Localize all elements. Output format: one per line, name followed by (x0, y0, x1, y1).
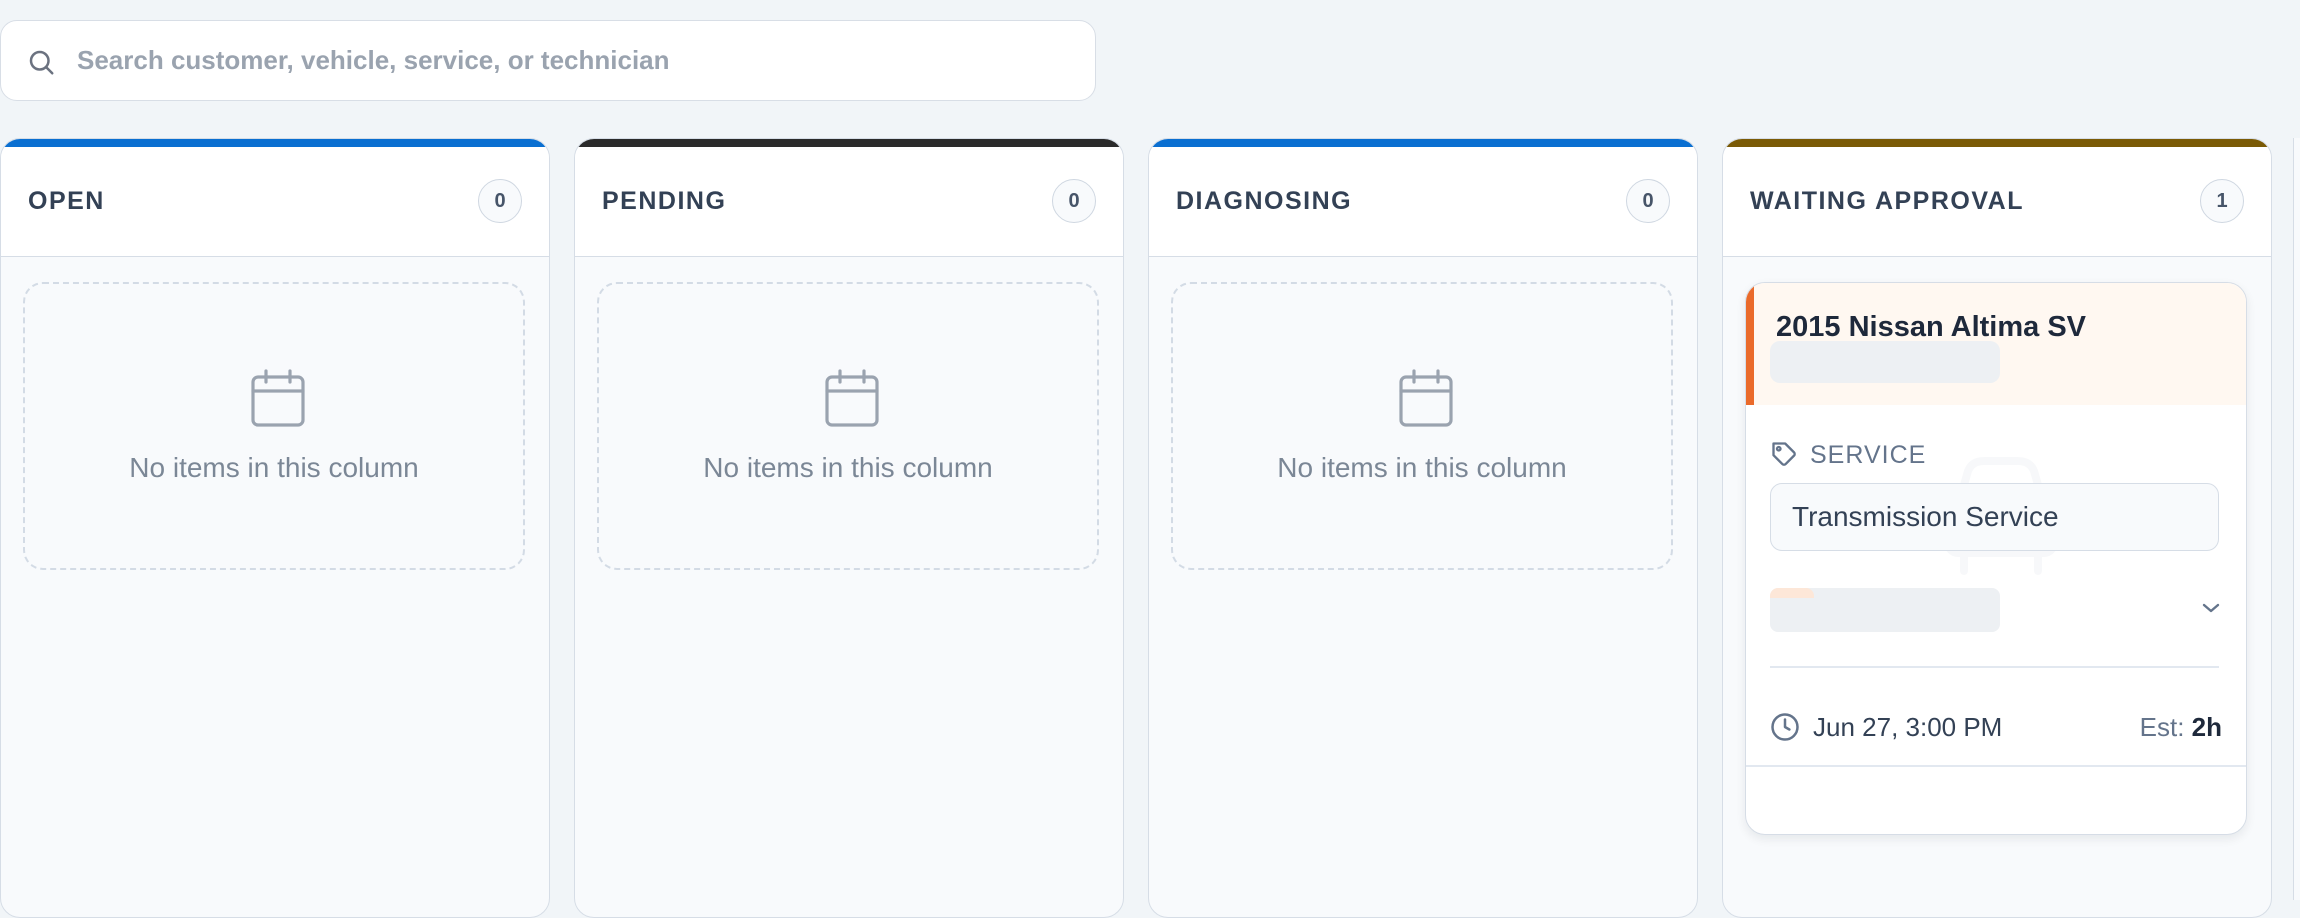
column-status-bar (575, 139, 1123, 147)
service-label: SERVICE (1810, 441, 1927, 469)
calendar-icon (251, 369, 305, 427)
empty-state: No items in this column (597, 282, 1099, 570)
empty-state: No items in this column (23, 282, 525, 570)
vehicle-title: 2015 Nissan Altima SV (1776, 311, 2087, 343)
next-column-edge (2293, 138, 2300, 900)
estimate-label: Est: (2139, 712, 2185, 742)
clock-icon (1771, 713, 1799, 741)
column-status-bar (1, 139, 549, 147)
loading-placeholder-accent (1770, 588, 1814, 598)
column-header: WAITING APPROVAL 1 (1723, 147, 2271, 257)
column-header: PENDING 0 (575, 147, 1123, 257)
empty-state: No items in this column (1171, 282, 1673, 570)
estimate-value: 2h (2191, 712, 2222, 742)
count-badge: 0 (1626, 179, 1670, 223)
column-diagnosing: DIAGNOSING 0 No items in this column (1148, 138, 1698, 918)
service-field[interactable]: Transmission Service (1770, 483, 2219, 551)
column-title: PENDING (602, 187, 727, 215)
loading-placeholder (1770, 341, 2000, 383)
search-input[interactable] (77, 21, 1077, 100)
search-bar[interactable] (0, 20, 1096, 101)
scheduled-time: Jun 27, 3:00 PM (1813, 712, 2003, 742)
column-waiting-approval: WAITING APPROVAL 1 2015 Nissan Altima SV… (1722, 138, 2272, 918)
column-title: WAITING APPROVAL (1750, 187, 2024, 215)
chevron-down-icon[interactable] (2201, 601, 2221, 615)
column-status-bar (1723, 139, 2271, 147)
column-title: DIAGNOSING (1176, 187, 1353, 215)
work-order-card[interactable]: 2015 Nissan Altima SV SERVICE Transmissi… (1745, 282, 2247, 835)
empty-state-text: No items in this column (1277, 452, 1567, 483)
divider (1746, 765, 2246, 767)
search-icon (29, 50, 54, 75)
divider (1770, 666, 2219, 668)
column-header: OPEN 0 (1, 147, 549, 257)
count-badge: 0 (478, 179, 522, 223)
calendar-icon (1399, 369, 1453, 427)
calendar-icon (825, 369, 879, 427)
column-status-bar (1149, 139, 1697, 147)
count-badge: 1 (2200, 179, 2244, 223)
count-badge: 0 (1052, 179, 1096, 223)
column-title: OPEN (28, 187, 105, 215)
column-header: DIAGNOSING 0 (1149, 147, 1697, 257)
column-pending: PENDING 0 No items in this column (574, 138, 1124, 918)
column-open: OPEN 0 No items in this column (0, 138, 550, 918)
estimate: Est: 2h (2140, 712, 2222, 743)
tag-icon (1772, 442, 1796, 466)
card-header: 2015 Nissan Altima SV (1746, 283, 2246, 405)
empty-state-text: No items in this column (129, 452, 419, 483)
empty-state-text: No items in this column (703, 452, 993, 483)
